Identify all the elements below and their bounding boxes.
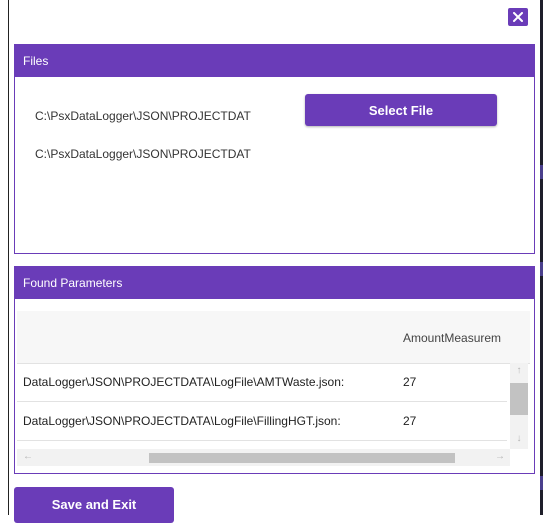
file-path-1: C:\PsxDataLogger\JSON\PROJECTDAT [35, 109, 251, 123]
row-value-cell: 27 [403, 375, 417, 389]
close-icon [513, 12, 523, 22]
select-file-button[interactable]: Select File [305, 94, 497, 126]
parameters-grid[interactable]: AmountMeasurem :DataLogger\JSON\PROJECTD… [17, 311, 530, 466]
vertical-scrollbar[interactable]: ↑ ↓ [510, 363, 528, 449]
found-parameters-header: Found Parameters [15, 267, 534, 299]
close-button[interactable] [508, 8, 528, 26]
vertical-scroll-thumb[interactable] [510, 383, 528, 415]
save-and-exit-button[interactable]: Save and Exit [14, 487, 174, 523]
table-row[interactable]: :DataLogger\JSON\PROJECTDATA\LogFile\Fil… [17, 402, 507, 441]
row-file-cell: :DataLogger\JSON\PROJECTDATA\LogFile\Fil… [23, 414, 341, 428]
arrow-down-icon[interactable]: ↓ [510, 433, 528, 444]
arrow-right-icon[interactable]: → [491, 451, 509, 462]
files-group: Files C:\PsxDataLogger\JSON\PROJECTDAT C… [14, 44, 535, 254]
window-left-border [8, 0, 9, 515]
file-path-2: C:\PsxDataLogger\JSON\PROJECTDAT [35, 147, 251, 161]
grid-header: AmountMeasurem [17, 311, 530, 364]
files-header: Files [15, 45, 534, 77]
arrow-up-icon[interactable]: ↑ [510, 365, 528, 376]
horizontal-scroll-thumb[interactable] [149, 453, 455, 463]
row-value-cell: 27 [403, 414, 417, 428]
horizontal-scrollbar[interactable]: ← → [17, 449, 510, 466]
arrow-left-icon[interactable]: ← [19, 451, 37, 462]
found-parameters-group: Found Parameters AmountMeasurem :DataLog… [14, 266, 535, 474]
column-header-amount[interactable]: AmountMeasurem [403, 331, 529, 345]
row-file-cell: :DataLogger\JSON\PROJECTDATA\LogFile\AMT… [23, 375, 345, 389]
table-row[interactable]: :DataLogger\JSON\PROJECTDATA\LogFile\AMT… [17, 363, 507, 402]
